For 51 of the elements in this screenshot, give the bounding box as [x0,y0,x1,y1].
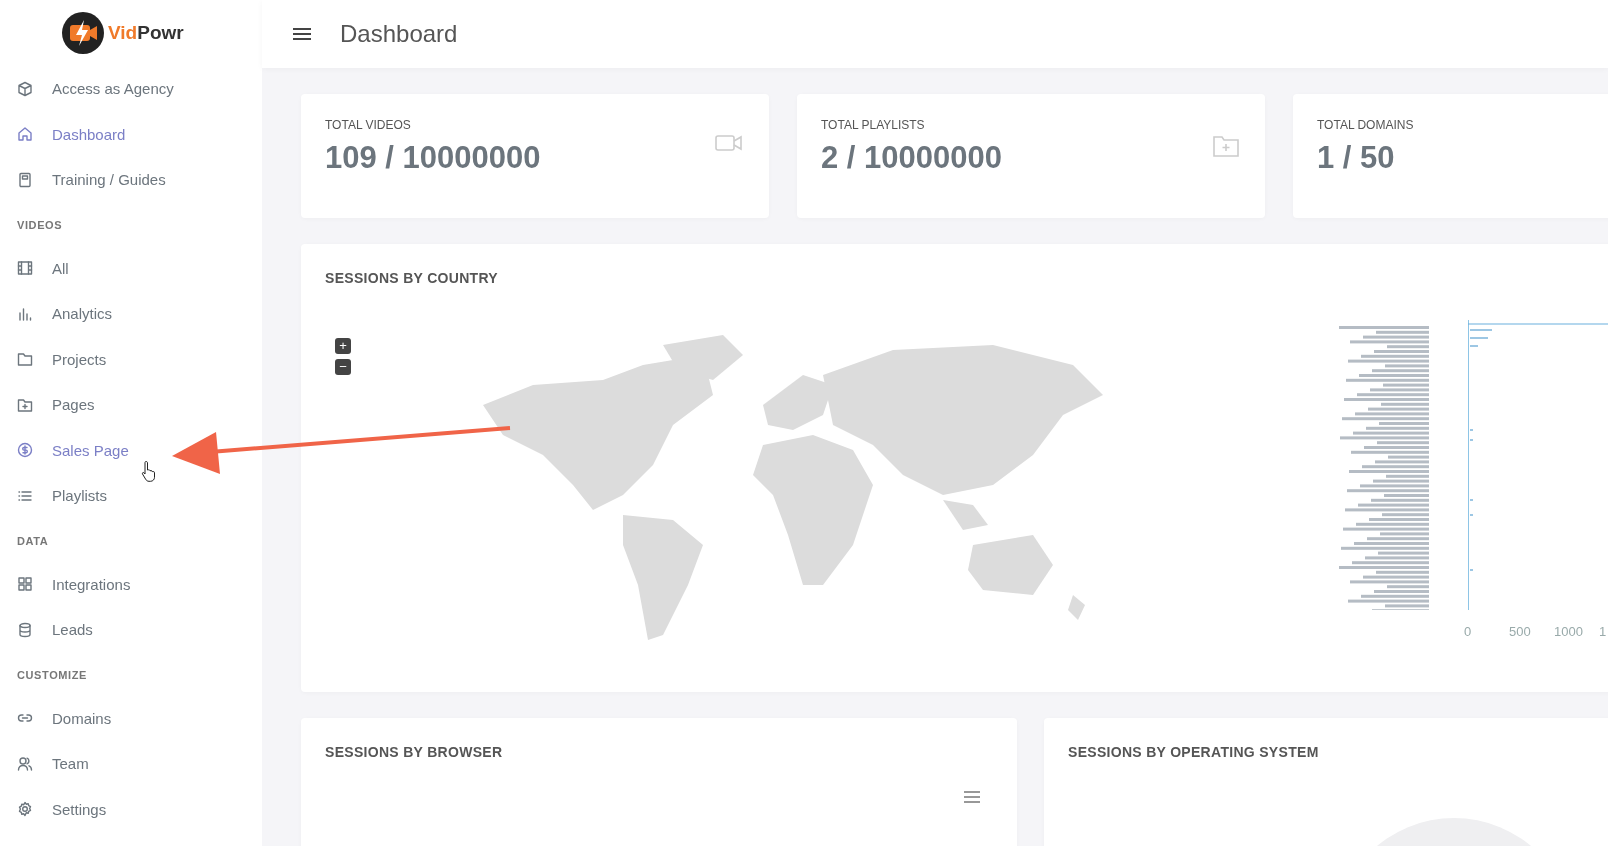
stat-label: TOTAL VIDEOS [325,118,412,132]
axis-tick-label: 500 [1509,624,1532,639]
section-heading: VIDEOS [17,217,64,233]
stat-label: TOTAL PLAYLISTS [821,118,926,132]
logo-icon [62,12,104,54]
page-title: Dashboard [340,20,458,48]
axis-tick-label: 0 [1464,624,1473,639]
panel-title: SESSIONS BY COUNTRY [325,270,499,286]
sidebar-item[interactable]: Projects [17,336,262,382]
sidebar-item[interactable]: Settings [17,786,262,832]
folder-plus-icon [1213,134,1239,158]
sidebar-item[interactable]: Playlists [17,473,262,519]
sidebar-item[interactable]: Domains [17,695,262,741]
home-icon [17,126,33,143]
bars-icon [17,305,33,322]
section-heading: DATA [17,533,50,549]
users-icon [17,755,33,772]
hand-cursor-icon [141,460,157,482]
sidebar-item[interactable]: Dashboard [17,111,262,157]
sidebar-item[interactable]: Access as Agency [17,66,262,112]
stat-value: 1 / 50 [1317,140,1396,176]
cube-icon [17,80,33,97]
video-camera-icon [715,134,743,152]
gear-icon [17,801,33,818]
axis-tick-label: 1 [1599,624,1607,639]
book-icon [17,171,33,188]
sidebar-item[interactable]: Integrations [17,561,262,607]
zoom-out-button[interactable]: − [335,359,351,375]
dollar-icon [17,442,33,459]
folder-plus-icon [17,396,33,413]
brand-name: VidPowr [108,22,184,44]
panel-title: SESSIONS BY OPERATING SYSTEM [1068,744,1320,760]
section-heading: CUSTOMIZE [17,667,88,683]
sidebar-item[interactable]: Training / Guides [17,157,262,203]
axis-tick-label: 1000 [1554,624,1584,639]
stat-value: 2 / 10000000 [821,140,1002,176]
panel-title: SESSIONS BY BROWSER [325,744,504,760]
sidebar-item[interactable]: Sales Page [17,427,262,473]
sidebar-item[interactable]: Pages [17,382,262,428]
stat-label: TOTAL DOMAINS [1317,118,1414,132]
film-icon [17,260,33,277]
sidebar-item[interactable]: All [17,245,262,291]
stat-value: 109 / 10000000 [325,140,541,176]
folder-icon [17,351,33,368]
grid-icon [17,576,33,593]
database-icon [17,621,33,638]
sidebar-item[interactable]: Analytics [17,291,262,337]
sidebar-item[interactable]: Team [17,741,262,787]
zoom-in-button[interactable]: + [335,338,351,354]
sidebar-item[interactable]: Leads [17,607,262,653]
menu-icon[interactable] [292,26,312,42]
